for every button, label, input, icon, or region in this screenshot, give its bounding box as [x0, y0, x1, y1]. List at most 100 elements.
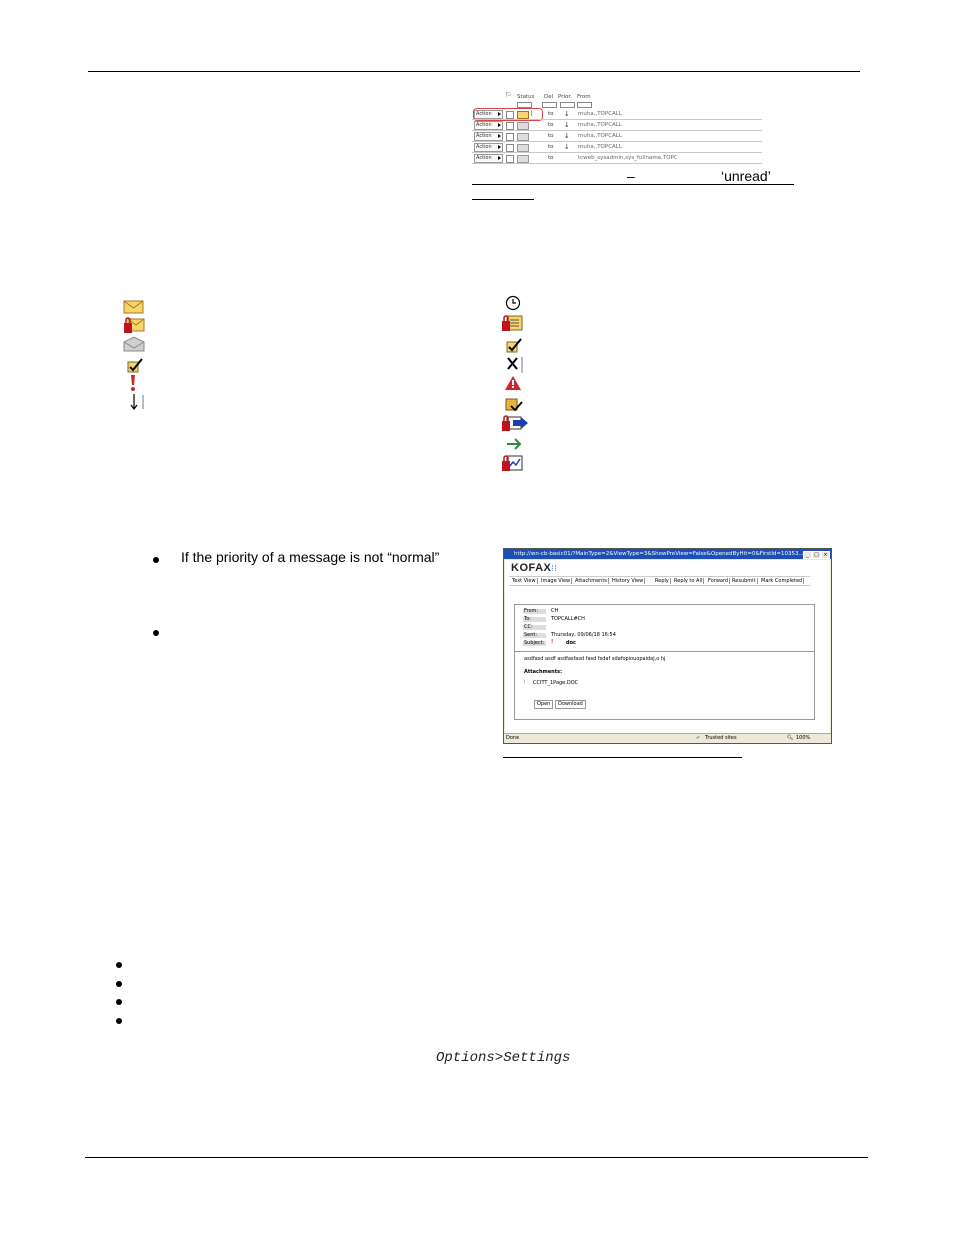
action-button[interactable]: Action — [474, 143, 503, 152]
to-value: TOPCALL#CH — [551, 616, 585, 622]
sort-del-button[interactable] — [542, 102, 557, 108]
caption-dash: – — [627, 168, 635, 184]
table-row[interactable]: Action to tcweb_sysadmin,sys_fullname,TOPC — [472, 153, 762, 164]
sort-prior-button[interactable] — [560, 102, 575, 108]
envelope-read-icon — [517, 133, 529, 141]
from-cell: muha,,TOPCALL — [578, 111, 622, 117]
cross-icon — [506, 356, 528, 374]
from-cell: muha,,TOPCALL — [578, 144, 622, 150]
row-checkbox[interactable] — [506, 144, 514, 152]
clock-icon — [505, 295, 527, 313]
checkmark-icon — [506, 338, 528, 356]
del-cell: to — [548, 122, 554, 128]
caption-unread: ‘unread’ — [721, 168, 771, 184]
bullet-marker — [116, 962, 122, 968]
flag-column-icon: ⚐ — [505, 91, 512, 99]
column-prior: Prior. — [558, 94, 572, 100]
del-cell: to — [548, 155, 554, 161]
row-checkbox[interactable] — [506, 133, 514, 141]
locked-envelope-icon — [123, 316, 145, 334]
history-view-button[interactable]: History View — [611, 578, 646, 584]
zoom-icon: 🔍︎ — [787, 735, 794, 741]
row-checkbox[interactable] — [506, 155, 514, 163]
priority-icon: ! — [551, 639, 554, 645]
locked-notepad-icon — [501, 314, 523, 332]
warning-icon — [505, 375, 527, 393]
maximize-button[interactable]: □ — [812, 551, 821, 559]
window-title: http://wn-cb-basic01/?MainType=2&ViewTyp… — [504, 549, 831, 559]
subject-value: doc — [566, 640, 576, 646]
action-button[interactable]: Action — [474, 154, 503, 163]
resubmit-button[interactable]: Resubmit — [731, 578, 758, 584]
priority-cell: ↓ — [564, 110, 570, 118]
from-label: From: — [523, 609, 546, 614]
table-row[interactable]: Action ⌇ to ↓ muha,,TOPCALL — [472, 109, 762, 120]
column-del: Del — [544, 94, 554, 100]
logo-text: KOFAX — [511, 562, 552, 574]
message-preview-window: http://wn-cb-basic01/?MainType=2&ViewTyp… — [503, 548, 832, 744]
priority-cell: ↓ — [564, 143, 570, 151]
message-toolbar: Text View Image View Attachments History… — [509, 576, 810, 586]
del-cell: to — [548, 133, 554, 139]
text-view-button[interactable]: Text View — [511, 578, 538, 584]
del-cell: to — [548, 144, 554, 150]
envelope-unread-icon — [123, 299, 145, 317]
from-value: CH — [551, 608, 559, 614]
reply-all-button[interactable]: Reply to All — [673, 578, 705, 584]
table-row[interactable]: Action to ↓ muha,,TOPCALL — [472, 131, 762, 142]
envelope-read-icon — [517, 155, 529, 163]
reply-button[interactable]: Reply — [654, 578, 671, 584]
envelope-unread-icon — [517, 111, 529, 119]
bullet-priority-text: If the priority of a message is not “nor… — [181, 549, 440, 565]
status-done: Done — [506, 735, 520, 741]
caption-underline-2 — [472, 187, 534, 200]
attachment-name[interactable]: CCITT_1Page.DOC — [533, 680, 578, 686]
open-button[interactable]: Open — [534, 700, 554, 709]
paperclip-icon: ⌇ — [523, 679, 526, 685]
document-check-icon — [505, 397, 527, 415]
sent-value: Thursday, 09/06/18 16:54 — [551, 632, 616, 638]
row-checkbox[interactable] — [506, 111, 514, 119]
status-bar: Done ✔ Trusted sites 🔍︎ 100% — [504, 733, 831, 743]
table-row[interactable]: Action to ↓ muha,,TOPCALL — [472, 120, 762, 131]
bullet-marker — [153, 630, 159, 636]
green-arrow-icon — [506, 437, 528, 455]
close-button[interactable]: × — [821, 551, 830, 559]
mark-completed-button[interactable]: Mark Completed — [760, 578, 805, 584]
action-button[interactable]: Action — [474, 121, 503, 130]
footer-rule — [85, 1157, 868, 1158]
sent-label: Sent: — [523, 633, 546, 638]
zoom-level[interactable]: 100% — [796, 734, 810, 743]
from-cell: muha,,TOPCALL — [578, 133, 622, 139]
row-checkbox[interactable] — [506, 122, 514, 130]
header-rule — [88, 71, 860, 72]
envelope-read-icon — [517, 144, 529, 152]
column-from: From — [577, 94, 591, 100]
inbox-screenshot: ⚐ Status Del Prior. From Action ⌇ to ↓ muha,… — [472, 91, 762, 167]
envelope-read-icon — [123, 336, 145, 354]
trusted-check-icon: ✔ — [696, 735, 701, 741]
from-cell: muha,,TOPCALL — [578, 122, 622, 128]
bullet-marker — [116, 999, 122, 1005]
action-button[interactable]: Action — [474, 110, 503, 119]
del-cell: to — [548, 111, 554, 117]
image-view-button[interactable]: Image View — [540, 578, 573, 584]
figure-caption-2-underline — [503, 757, 742, 758]
minimize-button[interactable]: _ — [803, 551, 812, 559]
logo-mark-icon: ⁞⁞ — [551, 563, 558, 573]
bullet-marker — [116, 981, 122, 987]
kofax-logo: KOFAX⁞⁞ — [511, 562, 557, 574]
action-button[interactable]: Action — [474, 132, 503, 141]
attachments-button[interactable]: Attachments — [574, 578, 609, 584]
cc-label: CC: — [523, 625, 546, 630]
window-page: KOFAX⁞⁞ Text View Image View Attachments… — [505, 560, 830, 733]
download-button[interactable]: Download — [555, 700, 586, 709]
status-zone: Trusted sites — [705, 735, 737, 741]
forward-button[interactable]: Forward — [707, 578, 731, 584]
sort-from-button[interactable] — [577, 102, 592, 108]
bullet-marker — [116, 1018, 122, 1024]
table-row[interactable]: Action to ↓ muha,,TOPCALL — [472, 142, 762, 153]
to-label: To: — [523, 617, 546, 622]
locked-forward-icon — [501, 414, 528, 432]
paperclip-icon: ⌇ — [530, 110, 534, 118]
